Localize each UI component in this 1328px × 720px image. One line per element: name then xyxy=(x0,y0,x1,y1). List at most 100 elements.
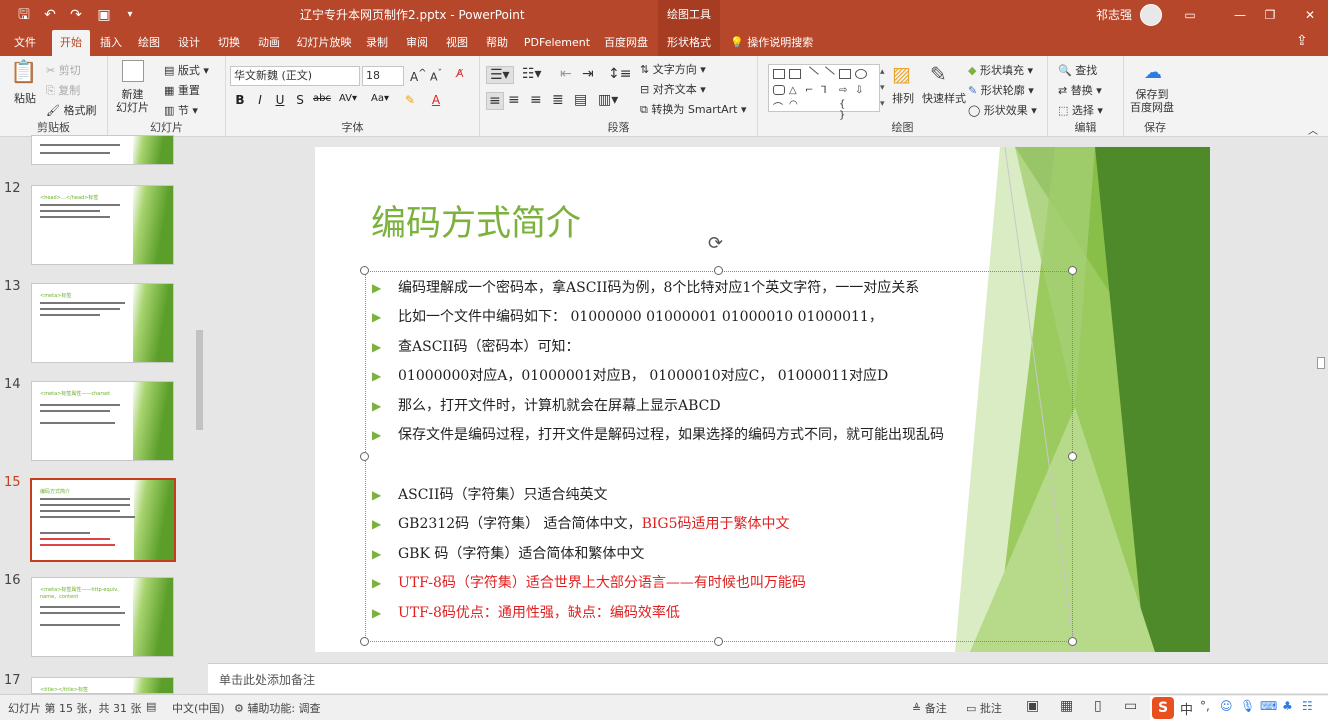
char-spacing-icon[interactable]: AV▾ xyxy=(336,93,360,104)
bullet-item[interactable]: ▶ 查ASCII码（密码本）可知： xyxy=(372,336,579,356)
select-button[interactable]: ⬚ 选择 ▾ xyxy=(1058,102,1103,118)
shape-outline-button[interactable]: ✎ 形状轮廓 ▾ xyxy=(968,82,1034,98)
normal-view-icon[interactable]: ▣ xyxy=(1026,698,1039,714)
thumbnails-scrollbar[interactable] xyxy=(193,140,206,690)
accessibility-status[interactable]: ⚙ 辅助功能: 调查 xyxy=(234,700,321,716)
redo-icon[interactable]: ↷ xyxy=(64,0,88,30)
bullet-item[interactable]: ▶ UTF-8码优点：通用性强，缺点：编码效率低 xyxy=(372,602,680,622)
close-icon[interactable]: ✕ xyxy=(1290,0,1328,30)
layout-button[interactable]: ▤ 版式 ▾ xyxy=(164,62,209,78)
quick-styles-icon[interactable]: ✎ xyxy=(930,62,947,86)
ime-toolbar[interactable]: S 中 °, ☺ 🎙 ⌨ ♣ ☷ xyxy=(1150,696,1328,720)
ime-chinese-icon[interactable]: 中 xyxy=(1180,699,1193,718)
tab-view[interactable]: 视图 xyxy=(442,30,472,56)
tab-draw[interactable]: 绘图 xyxy=(132,30,166,56)
justify-icon[interactable]: ≣ xyxy=(552,92,564,108)
line-spacing-icon[interactable]: ↕≡ xyxy=(608,66,631,82)
shape-fill-button[interactable]: ◆ 形状填充 ▾ xyxy=(968,62,1033,78)
tab-home[interactable]: 开始 xyxy=(52,30,90,56)
tab-help[interactable]: 帮助 xyxy=(482,30,512,56)
resize-handle[interactable] xyxy=(1068,266,1077,275)
tab-record[interactable]: 录制 xyxy=(362,30,392,56)
reset-button[interactable]: ▦ 重置 xyxy=(164,82,200,98)
resize-handle[interactable] xyxy=(360,266,369,275)
resize-handle[interactable] xyxy=(714,266,723,275)
save-to-baidu-button[interactable]: 保存到 百度网盘 xyxy=(1130,88,1174,114)
tab-slideshow[interactable]: 幻灯片放映 xyxy=(294,30,354,56)
tab-insert[interactable]: 插入 xyxy=(94,30,128,56)
arrange-icon[interactable]: ▨ xyxy=(892,62,911,86)
bullet-item[interactable]: ▶ ASCII码（字符集）只适合纯英文 xyxy=(372,484,607,504)
font-color-icon[interactable]: A xyxy=(426,93,446,107)
new-slide-icon[interactable] xyxy=(122,60,144,82)
tab-design[interactable]: 设计 xyxy=(172,30,206,56)
language-status[interactable]: 中文(中国) xyxy=(172,700,225,716)
decrease-indent-icon[interactable]: ⇤ xyxy=(560,66,572,82)
ribbon-display-icon[interactable]: ▭ xyxy=(1170,0,1210,30)
smartart-button[interactable]: ⧉ 转换为 SmartArt ▾ xyxy=(640,101,747,117)
slideshow-view-icon[interactable]: ▭ xyxy=(1124,698,1137,714)
paste-button[interactable]: 粘贴 xyxy=(14,90,36,106)
collapse-ribbon-icon[interactable]: ︿ xyxy=(1308,122,1318,137)
find-button[interactable]: 🔍 查找 xyxy=(1058,62,1097,78)
distributed-icon[interactable]: ▤ xyxy=(574,92,587,108)
bullet-item[interactable]: ▶ 编码理解成一个密码本，拿ASCII码为例，8个比特对应1个英文字符，一一对应关… xyxy=(372,277,919,297)
grow-font-icon[interactable]: A^ xyxy=(410,68,427,84)
customize-icon[interactable]: ▾ xyxy=(118,0,142,30)
font-size-combo[interactable]: 18 xyxy=(362,66,404,86)
reading-view-icon[interactable]: ▯ xyxy=(1094,698,1102,714)
tab-baidu[interactable]: 百度网盘 xyxy=(600,30,652,56)
columns-icon[interactable]: ▥▾ xyxy=(598,92,618,108)
ime-keyboard-icon[interactable]: ⌨ xyxy=(1260,699,1277,713)
section-button[interactable]: ▥ 节 ▾ xyxy=(164,102,198,118)
numbering-icon[interactable]: ☷▾ xyxy=(522,66,542,82)
tell-me-search[interactable]: 💡 操作说明搜索 xyxy=(730,30,813,56)
rotate-handle-icon[interactable]: ⟳ xyxy=(708,233,723,254)
strikethrough-icon[interactable]: abc xyxy=(312,93,332,104)
bullet-item[interactable]: ▶ UTF-8码（字符集）适合世界上大部分语言——有时候也叫万能码 xyxy=(372,572,806,592)
restore-icon[interactable]: ❐ xyxy=(1250,0,1290,30)
bold-icon[interactable]: B xyxy=(230,93,250,107)
align-text-button[interactable]: ⊟ 对齐文本 ▾ xyxy=(640,81,706,97)
spellcheck-icon[interactable]: ▤ xyxy=(146,700,156,713)
share-icon[interactable]: ⇪ xyxy=(1296,33,1308,49)
format-painter-button[interactable]: 🖌 格式刷 xyxy=(46,102,96,118)
arrange-button[interactable]: 排列 xyxy=(892,90,914,106)
italic-icon[interactable]: I xyxy=(250,93,270,107)
slide-title[interactable]: 编码方式简介 xyxy=(371,195,581,246)
bullet-item[interactable]: ▶ 保存文件是编码过程，打开文件是解码过程，如果选择的编码方式不同，就可能出现乱码 xyxy=(372,424,944,444)
tab-animations[interactable]: 动画 xyxy=(252,30,286,56)
resize-handle[interactable] xyxy=(714,637,723,646)
undo-icon[interactable]: ↶ xyxy=(38,0,62,30)
bullet-item[interactable]: ▶ 01000000对应A，01000001对应B， 01000010对应C， 0… xyxy=(372,365,888,385)
change-case-icon[interactable]: Aa▾ xyxy=(368,93,392,104)
resize-handle[interactable] xyxy=(360,452,369,461)
save-icon[interactable]: 🖫 xyxy=(12,0,36,30)
text-direction-button[interactable]: ⇅ 文字方向 ▾ xyxy=(640,61,706,77)
comments-toggle[interactable]: ▭ 批注 xyxy=(966,700,1002,716)
copy-button[interactable]: ⎘ 复制 xyxy=(46,82,80,98)
thumbnail-slide-14[interactable]: <meta>标签属性——charset xyxy=(31,381,174,461)
slide-scrollbar[interactable] xyxy=(1314,137,1328,662)
notes-toggle[interactable]: ≜ 备注 xyxy=(912,700,947,716)
thumbnail-slide-12[interactable]: <head>…</head>标签 xyxy=(31,185,174,265)
tab-transitions[interactable]: 切换 xyxy=(212,30,246,56)
underline-icon[interactable]: U xyxy=(270,93,290,107)
shadow-icon[interactable]: S xyxy=(290,93,310,107)
tab-file[interactable]: 文件 xyxy=(6,30,44,56)
align-center-icon[interactable]: ≡ xyxy=(508,92,520,108)
ime-mic-icon[interactable]: 🎙 xyxy=(1240,699,1255,713)
align-right-icon[interactable]: ≡ xyxy=(530,92,542,108)
thumbnail-slide-15[interactable]: 编码方式简介 xyxy=(30,478,176,562)
align-left-icon[interactable]: ≡ xyxy=(486,92,504,110)
ime-emoji-icon[interactable]: ☺ xyxy=(1220,699,1233,713)
notes-placeholder[interactable]: 单击此处添加备注 xyxy=(219,671,315,688)
user-name[interactable]: 祁志强 xyxy=(1096,0,1132,30)
increase-indent-icon[interactable]: ⇥ xyxy=(582,66,594,82)
highlight-icon[interactable]: ✎ xyxy=(400,93,420,107)
resize-handle[interactable] xyxy=(1068,637,1077,646)
bullet-item[interactable]: ▶ 那么，打开文件时，计算机就会在屏幕上显示ABCD xyxy=(372,395,721,415)
shrink-font-icon[interactable]: Aˇ xyxy=(430,68,442,84)
ime-punct-icon[interactable]: °, xyxy=(1200,699,1210,713)
thumbnail-slide-11[interactable] xyxy=(31,135,174,165)
